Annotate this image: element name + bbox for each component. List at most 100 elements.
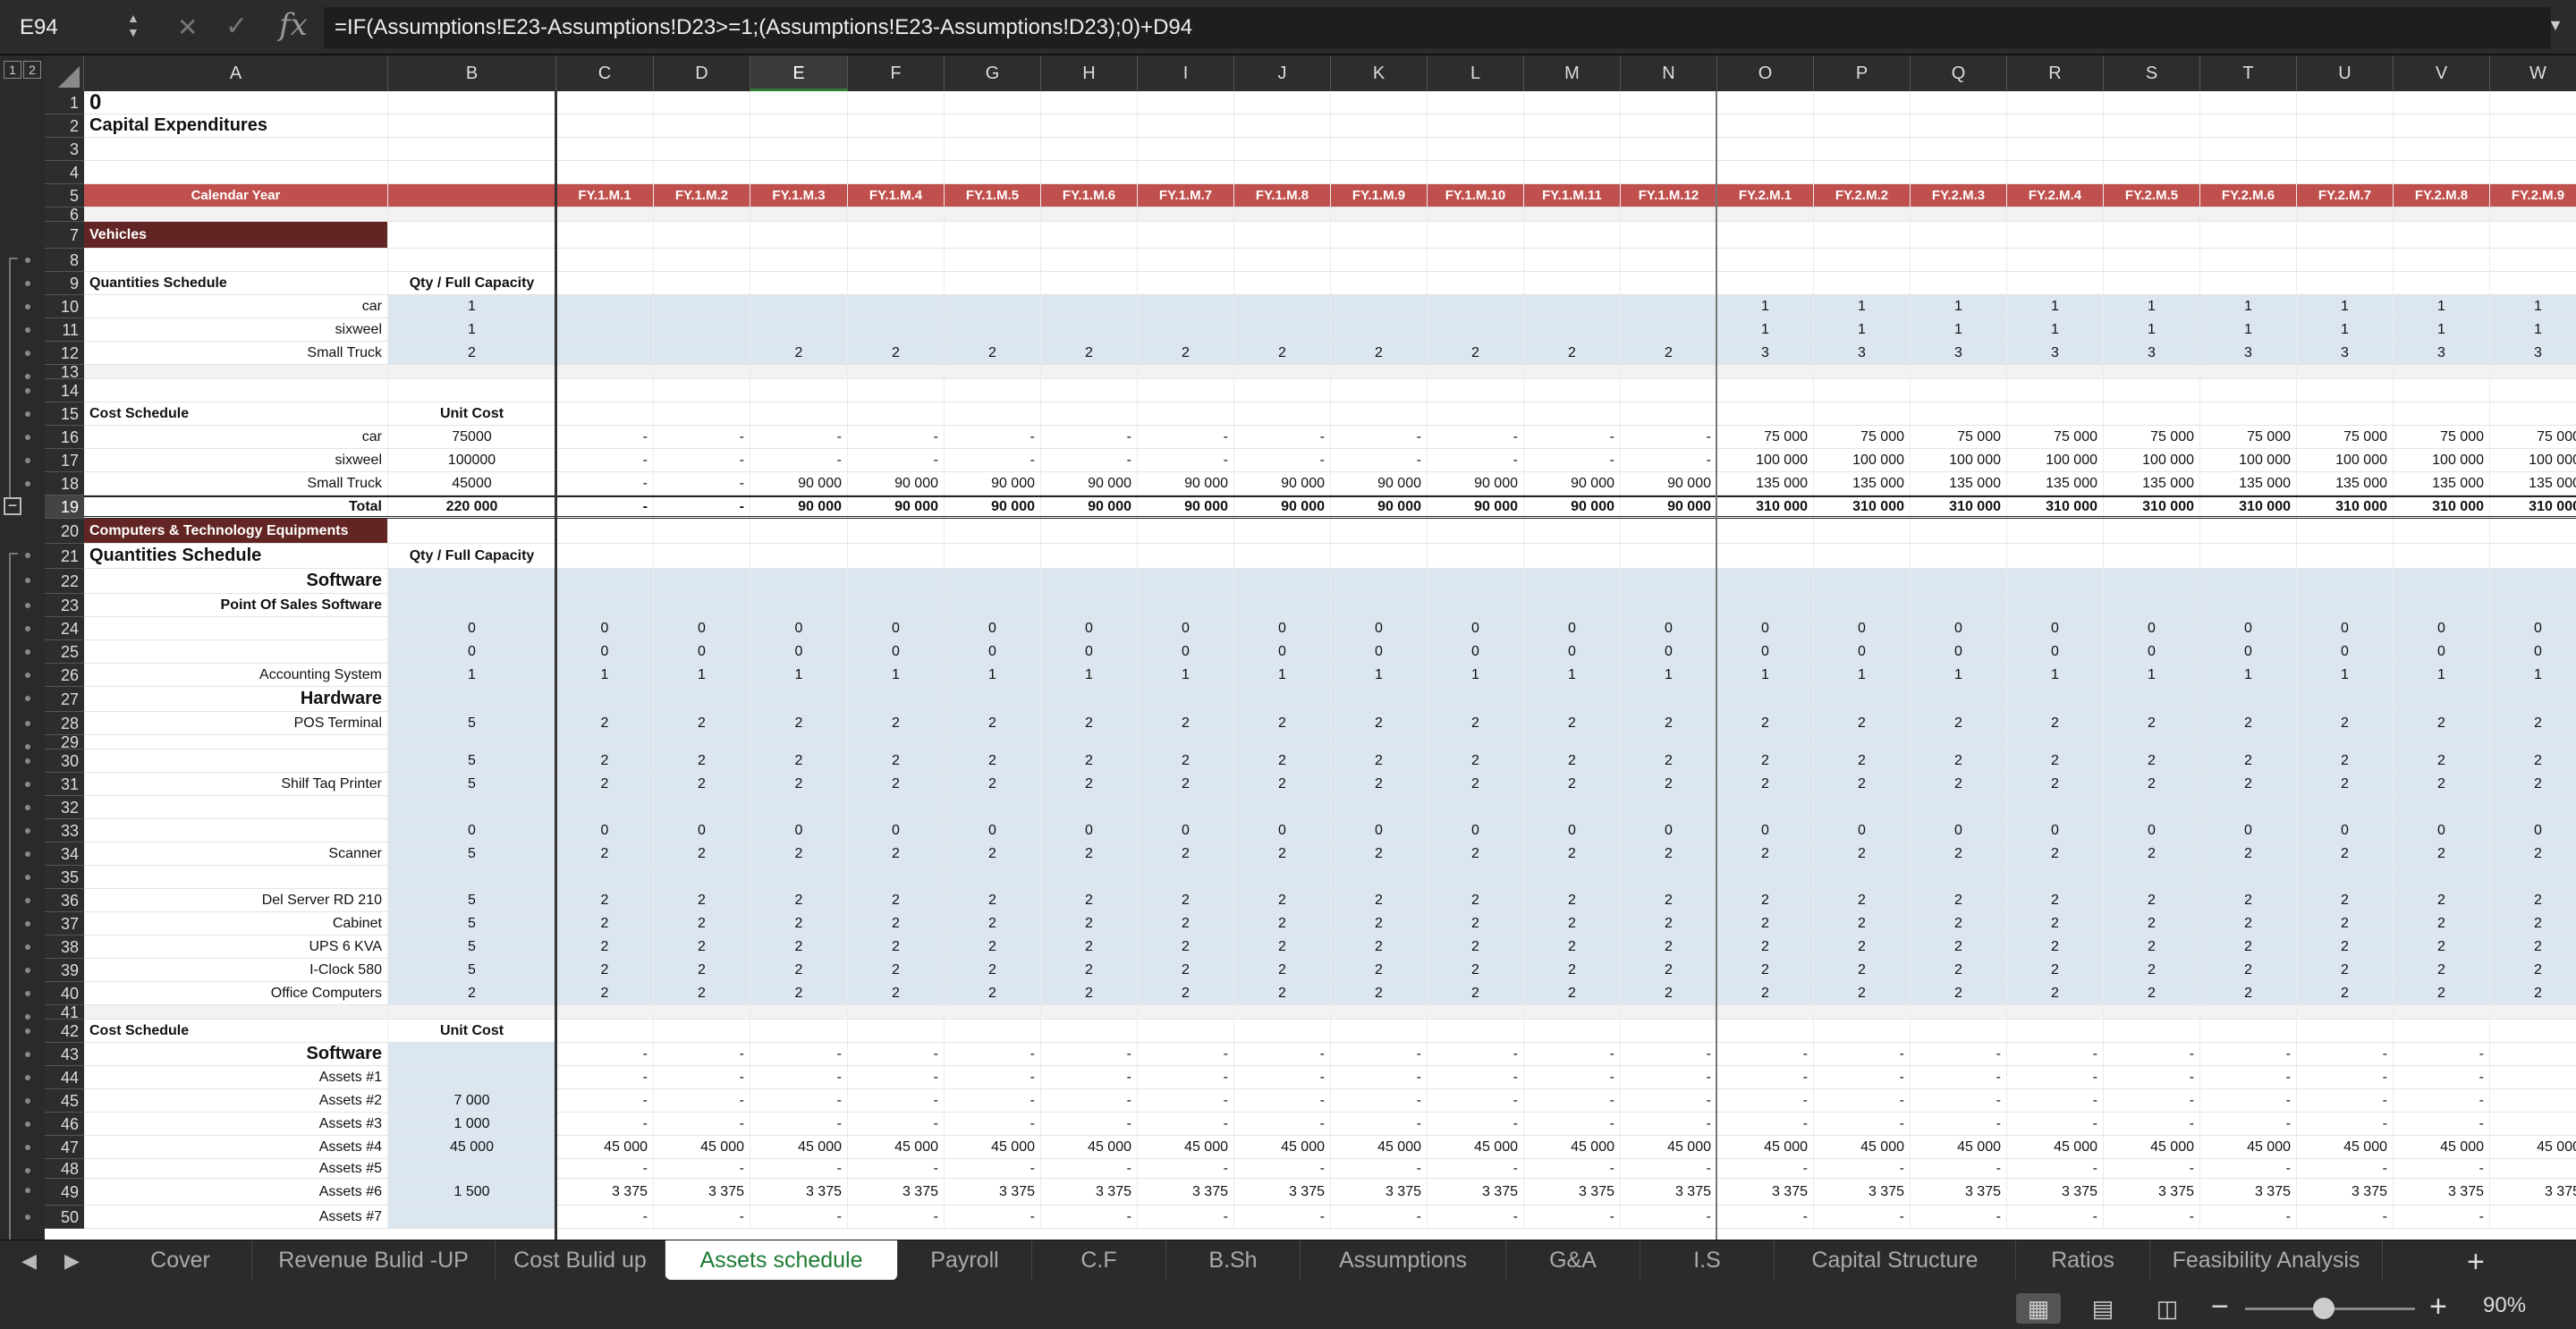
cell-m21[interactable] — [1524, 544, 1621, 568]
row-header[interactable]: 20 — [45, 519, 84, 544]
cell-a46[interactable]: Assets #3 — [84, 1113, 388, 1135]
cell-d38[interactable]: 2 — [654, 935, 750, 958]
cell-u6[interactable] — [2297, 207, 2394, 221]
cell-o14[interactable] — [1717, 379, 1814, 402]
cell-p18[interactable]: 135 000 — [1814, 472, 1911, 495]
row-header[interactable]: 50 — [45, 1206, 84, 1229]
cell-i18[interactable]: 90 000 — [1138, 472, 1234, 495]
cell-p37[interactable]: 2 — [1814, 912, 1911, 935]
cell-p17[interactable]: 100 000 — [1814, 449, 1911, 471]
cell-a28[interactable]: POS Terminal — [84, 712, 388, 734]
cell-l39[interactable]: 2 — [1428, 959, 1524, 981]
cell-p33[interactable]: 0 — [1814, 819, 1911, 842]
column-header-p[interactable]: P — [1814, 55, 1911, 91]
cell-m38[interactable]: 2 — [1524, 935, 1621, 958]
cell-d42[interactable] — [654, 1020, 750, 1042]
cell-t39[interactable]: 2 — [2200, 959, 2297, 981]
cell-q7[interactable] — [1911, 222, 2007, 248]
cell-f6[interactable] — [848, 207, 945, 221]
sheet-tab[interactable]: C.F — [1032, 1240, 1166, 1280]
cell-i2[interactable] — [1138, 114, 1234, 137]
cell-q27[interactable] — [1911, 687, 2007, 711]
cell-q41[interactable] — [1911, 1005, 2007, 1019]
cell-d37[interactable]: 2 — [654, 912, 750, 935]
cell-l41[interactable] — [1428, 1005, 1524, 1019]
cell-h19[interactable]: 90 000 — [1041, 497, 1138, 516]
cell-l6[interactable] — [1428, 207, 1524, 221]
cell-n19[interactable]: 90 000 — [1621, 497, 1717, 516]
cell-m14[interactable] — [1524, 379, 1621, 402]
cell-p29[interactable] — [1814, 735, 1911, 749]
cell-v14[interactable] — [2394, 379, 2490, 402]
cell-m42[interactable] — [1524, 1020, 1621, 1042]
cell-j7[interactable] — [1234, 222, 1331, 248]
enter-check-icon[interactable]: ✓ — [225, 11, 248, 42]
cell-g20[interactable] — [945, 519, 1041, 543]
cell-e32[interactable] — [750, 796, 848, 818]
cell-a10[interactable]: car — [84, 295, 388, 317]
cell-c41[interactable] — [556, 1005, 654, 1019]
cell-o39[interactable]: 2 — [1717, 959, 1814, 981]
cell-b14[interactable] — [388, 379, 556, 402]
cell-v25[interactable]: 0 — [2394, 640, 2490, 663]
cell-p32[interactable] — [1814, 796, 1911, 818]
cell-f18[interactable]: 90 000 — [848, 472, 945, 495]
cell-v2[interactable] — [2394, 114, 2490, 137]
cell-d47[interactable]: 45 000 — [654, 1136, 750, 1158]
cell-a8[interactable] — [84, 249, 388, 271]
cell-t1[interactable] — [2200, 91, 2297, 114]
cell-i43[interactable]: - — [1138, 1043, 1234, 1065]
cell-k45[interactable]: - — [1331, 1089, 1428, 1112]
cell-b33[interactable]: 0 — [388, 819, 556, 842]
cell-f47[interactable]: 45 000 — [848, 1136, 945, 1158]
cell-u46[interactable]: - — [2297, 1113, 2394, 1135]
cell-g25[interactable]: 0 — [945, 640, 1041, 663]
cell-a9[interactable]: Quantities Schedule — [84, 272, 388, 294]
cell-u27[interactable] — [2297, 687, 2394, 711]
cell-d31[interactable]: 2 — [654, 773, 750, 795]
cell-c28[interactable]: 2 — [556, 712, 654, 734]
cell-l38[interactable]: 2 — [1428, 935, 1524, 958]
cell-k1[interactable] — [1331, 91, 1428, 114]
cell-g21[interactable] — [945, 544, 1041, 568]
cell-q39[interactable]: 2 — [1911, 959, 2007, 981]
cell-b21[interactable]: Qty / Full Capacity — [388, 544, 556, 568]
cell-v7[interactable] — [2394, 222, 2490, 248]
cell-s38[interactable]: 2 — [2104, 935, 2200, 958]
row-header[interactable]: 37 — [45, 912, 84, 935]
cell-j22[interactable] — [1234, 569, 1331, 593]
cell-g29[interactable] — [945, 735, 1041, 749]
cell-o36[interactable]: 2 — [1717, 889, 1814, 911]
cell-c19[interactable]: - — [556, 497, 654, 516]
cell-f1[interactable] — [848, 91, 945, 114]
cell-v10[interactable]: 1 — [2394, 295, 2490, 317]
cell-i37[interactable]: 2 — [1138, 912, 1234, 935]
cell-c29[interactable] — [556, 735, 654, 749]
cell-f7[interactable] — [848, 222, 945, 248]
row-header[interactable]: 3 — [45, 138, 84, 161]
cell-c30[interactable]: 2 — [556, 749, 654, 772]
cell-w8[interactable] — [2490, 249, 2576, 271]
cell-h45[interactable]: - — [1041, 1089, 1138, 1112]
cell-d14[interactable] — [654, 379, 750, 402]
cell-q10[interactable]: 1 — [1911, 295, 2007, 317]
zoom-in-icon[interactable]: + — [2429, 1290, 2447, 1325]
cell-j19[interactable]: 90 000 — [1234, 497, 1331, 516]
cell-j26[interactable]: 1 — [1234, 664, 1331, 686]
row-header[interactable]: 15 — [45, 402, 84, 426]
cell-s17[interactable]: 100 000 — [2104, 449, 2200, 471]
cell-r11[interactable]: 1 — [2007, 318, 2104, 341]
cell-s39[interactable]: 2 — [2104, 959, 2200, 981]
cell-v24[interactable]: 0 — [2394, 617, 2490, 639]
cell-g35[interactable] — [945, 866, 1041, 888]
cell-k27[interactable] — [1331, 687, 1428, 711]
cell-m12[interactable]: 2 — [1524, 342, 1621, 364]
cell-e5[interactable]: FY.1.M.3 — [750, 184, 848, 207]
cell-e14[interactable] — [750, 379, 848, 402]
cell-h13[interactable] — [1041, 365, 1138, 378]
column-header-c[interactable]: C — [556, 55, 654, 91]
cell-b10[interactable]: 1 — [388, 295, 556, 317]
cell-f48[interactable]: - — [848, 1159, 945, 1178]
cell-s42[interactable] — [2104, 1020, 2200, 1042]
cell-g5[interactable]: FY.1.M.5 — [945, 184, 1041, 207]
